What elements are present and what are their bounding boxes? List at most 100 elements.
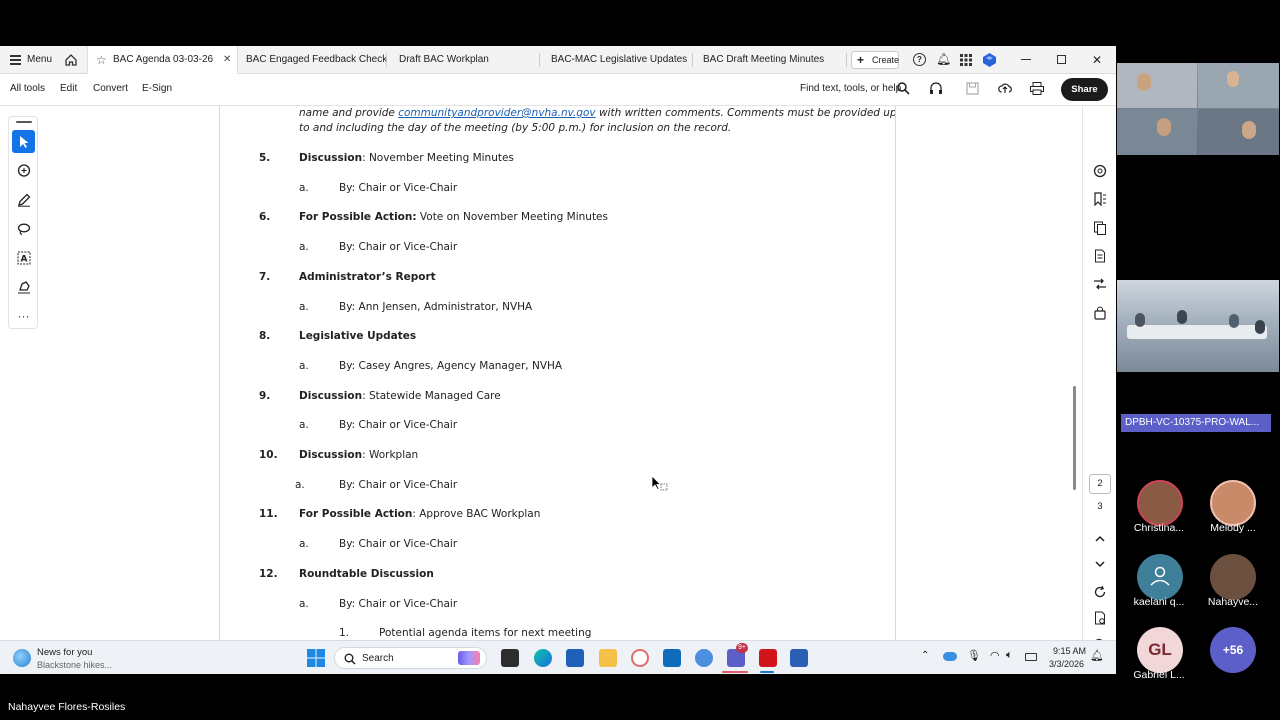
document-icon[interactable] [1093,249,1107,263]
person-figure [1229,314,1239,328]
word-icon[interactable] [790,649,808,667]
avatar[interactable] [1210,554,1256,600]
rail-handle[interactable] [16,121,32,123]
tab-legislative-updates[interactable]: BAC-MAC Legislative Updates [551,46,691,74]
refresh-icon[interactable] [1093,585,1107,599]
tab-bar: Menu ☆ BAC Agenda 03-03-26 ✕ BAC Engaged… [0,46,1116,74]
find-tools-search[interactable]: Find text, tools, or help [800,83,901,94]
avatar[interactable] [1210,480,1256,526]
more-tools-icon[interactable]: ··· [12,304,35,327]
close-tab-icon[interactable]: ✕ [223,46,231,74]
pen-icon [17,193,30,207]
file-explorer-icon[interactable] [599,649,617,667]
print-icon[interactable] [1030,82,1044,95]
news-title[interactable]: News for you [37,647,92,658]
snip-tool-icon[interactable] [695,649,713,667]
comment-panel-icon[interactable] [1093,164,1107,178]
notification-bell-icon[interactable]: 🔔︎ [936,52,951,66]
intro-line-2: to and including the day of the meeting … [299,122,732,134]
apps-grid-icon[interactable] [960,54,972,66]
clock-date[interactable]: 3/3/2026 [1049,659,1084,669]
person-icon [1150,566,1170,586]
share-button[interactable]: Share [1061,78,1108,101]
sign-tool-button[interactable] [12,275,35,298]
convert-button[interactable]: Convert [93,83,128,94]
more-participants-button[interactable]: +56 [1210,627,1256,673]
save-icon[interactable] [966,82,979,95]
bookmarks-icon[interactable] [1093,192,1107,206]
search-label: Search [362,653,394,664]
maximize-icon[interactable] [1057,55,1066,64]
chevron-up-icon[interactable]: ⌃ [921,650,929,661]
person-figure [1242,121,1256,139]
page-fit-icon[interactable] [1093,611,1107,625]
battery-icon[interactable] [1025,653,1037,661]
wifi-icon[interactable]: ◠ [990,649,1000,662]
edit-button[interactable]: Edit [60,83,77,94]
participant-name: Nahayve... [1207,596,1259,608]
person-figure [1227,71,1239,87]
tab-engaged-feedback[interactable]: BAC Engaged Feedback Checklis.. [246,46,386,74]
help-icon[interactable]: ? [913,53,926,66]
volume-muted-icon[interactable]: 🔈︎ [1006,649,1013,662]
weather-icon[interactable] [13,649,31,667]
tab-draft-minutes[interactable]: BAC Draft Meeting Minutes [703,46,843,74]
notifications-icon[interactable]: 🔔︎ [1090,649,1104,662]
onedrive-icon[interactable] [943,652,957,661]
upload-cloud-icon[interactable] [998,81,1012,95]
star-icon[interactable]: ☆ [96,46,107,74]
read-aloud-icon[interactable] [929,82,943,95]
select-tool-button[interactable] [12,130,35,153]
text-tool-button[interactable]: A [12,246,35,269]
home-icon[interactable] [64,53,78,67]
mic-muted-icon[interactable]: 🎙︎ [967,649,981,662]
draw-tool-button[interactable] [12,217,35,240]
edge-browser-icon[interactable] [534,649,552,667]
comment-tool-button[interactable] [12,159,35,182]
task-view-icon[interactable] [501,649,519,667]
email-link[interactable]: communityandprovider@nvha.nv.gov [398,107,595,119]
search-icon[interactable] [897,82,910,95]
esign-button[interactable]: E-Sign [142,83,172,94]
chevron-down-icon[interactable] [1093,557,1107,571]
taskbar-search-box[interactable]: Search [334,647,487,669]
hamburger-icon[interactable] [10,55,21,65]
chevron-up-icon[interactable] [1093,532,1107,546]
agenda-sub-letter: a. [299,241,309,253]
video-feed-conference-room-1[interactable] [1117,63,1279,155]
vertical-scrollbar[interactable] [1073,386,1076,490]
video-feed-conference-room-2[interactable] [1117,280,1279,372]
agenda-sub-text: By: Chair or Vice-Chair [339,598,458,610]
pdf-document-page: name and provide communityandprovider@nv… [219,106,896,674]
avatar-initials[interactable]: GL [1137,627,1183,673]
agenda-sub-text: By: Chair or Vice-Chair [339,538,458,550]
page-number-current[interactable]: 2 [1089,474,1111,494]
minimize-icon[interactable] [1021,59,1031,60]
protect-icon[interactable] [1093,306,1107,320]
profile-logo-icon[interactable] [983,53,996,67]
agenda-item-title: Discussion: November Meeting Minutes [299,152,514,164]
tab-bac-agenda[interactable]: ☆ BAC Agenda 03-03-26 ✕ [87,46,238,74]
teams-icon[interactable]: 9+ [727,643,748,667]
avatar[interactable] [1137,554,1183,600]
pages-icon[interactable] [1093,221,1107,235]
compare-icon[interactable] [1093,277,1107,291]
page-number-next[interactable]: 3 [1089,501,1111,512]
chrome-app-icon[interactable] [631,649,649,667]
windows-start-icon[interactable] [307,649,325,667]
close-window-icon[interactable]: ✕ [1092,46,1102,74]
highlight-tool-button[interactable] [12,188,35,211]
participant-name: Gabriel L... [1133,669,1185,681]
store-icon[interactable] [566,649,584,667]
avatar[interactable] [1137,480,1183,526]
outlook-icon[interactable] [663,649,681,667]
clock-time[interactable]: 9:15 AM [1053,646,1086,656]
menu-button[interactable]: Menu [27,46,52,74]
person-figure [1177,310,1187,324]
tab-draft-workplan[interactable]: Draft BAC Workplan [399,46,539,74]
create-button[interactable]: + Create [851,51,899,69]
shared-screen: Menu ☆ BAC Agenda 03-03-26 ✕ BAC Engaged… [0,46,1116,674]
all-tools-button[interactable]: All tools [10,83,45,94]
agenda-item-number: 9. [259,390,271,402]
acrobat-icon[interactable] [759,649,777,667]
